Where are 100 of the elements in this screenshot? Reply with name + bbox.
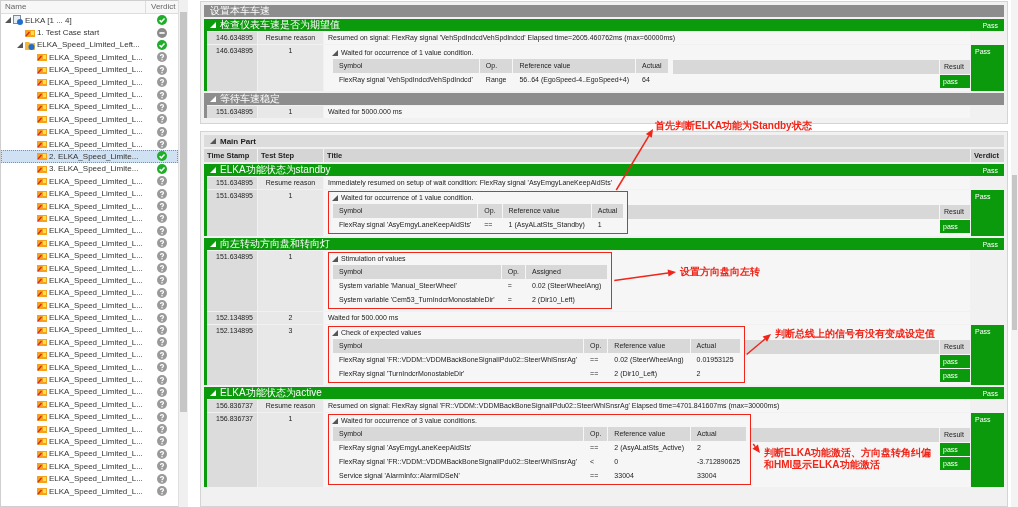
- test-case-icon: [37, 411, 47, 422]
- tree-item[interactable]: 3. ELKA_Speed_Limite...: [1, 162, 179, 176]
- column-header[interactable]: Verdict: [146, 1, 176, 13]
- test-case-icon: [37, 263, 47, 273]
- test-case-icon: [37, 213, 47, 224]
- tree-item[interactable]: ELKA_Speed_Limited_L...: [1, 286, 179, 299]
- test-case-icon: [37, 312, 47, 323]
- tree-item[interactable]: ELKA_Speed_Limited_L...: [1, 484, 179, 498]
- test-case-icon: [37, 250, 47, 261]
- tree-item[interactable]: ELKA_Speed_Limited_L...: [1, 137, 179, 151]
- folder-icon: [25, 39, 35, 50]
- test-case-icon: [37, 89, 47, 100]
- test-case-icon: [37, 436, 47, 447]
- test-case-icon: [37, 101, 47, 112]
- test-case-icon: [37, 151, 47, 162]
- test-case-icon: [37, 362, 47, 373]
- test-case-icon: [37, 473, 47, 484]
- tree-item[interactable]: ELKA_Speed_Limited_L...: [1, 410, 179, 423]
- annotation-note: 设置方向盘向左转: [680, 266, 760, 278]
- scrollbar[interactable]: [1011, 0, 1018, 507]
- expander-icon[interactable]: [332, 256, 338, 262]
- test-case-icon: [37, 114, 47, 125]
- scrollbar[interactable]: [178, 0, 188, 507]
- tree-item[interactable]: ELKA_Speed_Limited_L...: [1, 100, 179, 114]
- annotation-note: 判断ELKA功能激活、方向盘转角纠偏和HMI显示ELKA功能激活: [764, 447, 933, 471]
- test-case-icon: [37, 287, 47, 298]
- report-icon: [13, 15, 23, 26]
- tree-item[interactable]: ELKA_Speed_Limited_L...: [1, 249, 179, 262]
- test-case-icon: [37, 300, 47, 311]
- tree-item[interactable]: ELKA_Speed_Limited_L...: [1, 63, 179, 76]
- test-case-icon: [37, 424, 47, 435]
- test-case-icon: [37, 486, 47, 497]
- test-case-icon: [37, 52, 47, 63]
- tree-item[interactable]: ELKA_Speed_Limited_L...: [1, 88, 179, 101]
- test-case-icon: [37, 176, 47, 187]
- expander-icon[interactable]: [332, 195, 338, 201]
- expander-icon[interactable]: [210, 138, 216, 144]
- test-case-icon: [37, 461, 47, 472]
- test-case-icon: [37, 386, 47, 397]
- tree-item[interactable]: ELKA_Speed_Limited_L...: [1, 212, 179, 225]
- tree-item[interactable]: ELKA_Speed_Limited_L...: [1, 447, 179, 461]
- test-case-icon: [37, 448, 47, 459]
- tree-item[interactable]: ELKA_Speed_Limited_L...: [1, 113, 179, 126]
- expander-icon[interactable]: [332, 418, 338, 424]
- annotation-arrow: [613, 269, 676, 282]
- tree-item[interactable]: ELKA [1 ... 4]: [1, 14, 179, 27]
- tree-item[interactable]: ELKA_Speed_Limited_L...: [1, 336, 179, 349]
- tree-item[interactable]: 1. Test Case start: [1, 26, 179, 39]
- test-case-icon: [37, 324, 47, 335]
- test-case-icon: [37, 201, 47, 212]
- tree-item[interactable]: ELKA_Speed_Limited_L...: [1, 472, 179, 485]
- tree-item[interactable]: ELKA_Speed_Limited_L...: [1, 460, 179, 473]
- expander-icon[interactable]: [332, 330, 338, 336]
- tree-item[interactable]: ELKA_Speed_Limited_L...: [1, 373, 179, 386]
- tree-item[interactable]: ELKA_Speed_Limited_L...: [1, 274, 179, 287]
- expander-icon[interactable]: [332, 50, 338, 56]
- test-case-icon: [37, 399, 47, 410]
- test-case-icon: [37, 126, 47, 137]
- test-case-icon: [37, 188, 47, 199]
- expander-icon[interactable]: [210, 22, 216, 28]
- test-case-icon: [37, 349, 47, 360]
- tree-item[interactable]: ELKA_Speed_Limited_L...: [1, 175, 179, 188]
- tree-item[interactable]: ELKA_Speed_Limited_L...: [1, 237, 179, 250]
- test-case-icon: [37, 139, 47, 150]
- expander-icon[interactable]: [210, 390, 216, 396]
- expander-icon[interactable]: [210, 96, 216, 102]
- tree-item[interactable]: ELKA_Speed_Limited_L...: [1, 224, 179, 238]
- annotation-note: 判断总线上的信号有没有变成设定值: [775, 328, 935, 340]
- test-case-icon: [37, 225, 47, 236]
- section-header[interactable]: Main Part: [204, 135, 1004, 147]
- test-case-icon: [37, 374, 47, 385]
- expander-icon[interactable]: [210, 241, 216, 247]
- test-case-icon: [37, 238, 47, 249]
- column-header[interactable]: Name: [1, 1, 146, 13]
- tree-item[interactable]: ELKA_Speed_Limited_L...: [1, 187, 179, 200]
- tree-item[interactable]: ELKA_Speed_Limited_Left...: [1, 38, 179, 52]
- expander-icon[interactable]: [210, 167, 216, 173]
- tree-item[interactable]: ELKA_Speed_Limited_L...: [1, 348, 179, 361]
- tree-item[interactable]: ELKA_Speed_Limited_L...: [1, 51, 179, 64]
- tree-item[interactable]: ELKA_Speed_Limited_L...: [1, 299, 179, 312]
- annotation-arrow: [752, 443, 760, 453]
- expander-icon[interactable]: [17, 41, 23, 48]
- tree-item[interactable]: ELKA_Speed_Limited_L...: [1, 261, 179, 275]
- expander-icon[interactable]: [5, 17, 11, 24]
- annotation-note: 首先判断ELKA功能为Standby状态: [655, 120, 812, 132]
- test-case-icon: [37, 163, 47, 174]
- tree-item[interactable]: ELKA_Speed_Limited_L...: [1, 75, 179, 89]
- tree-item[interactable]: ELKA_Speed_Limited_L...: [1, 125, 179, 138]
- tree-item[interactable]: ELKA_Speed_Limited_L...: [1, 360, 179, 374]
- tree-item[interactable]: ELKA_Speed_Limited_L...: [1, 199, 179, 213]
- tree-item[interactable]: ELKA_Speed_Limited_L...: [1, 422, 179, 436]
- test-case-icon: [37, 337, 47, 348]
- tree-item[interactable]: ELKA_Speed_Limited_L...: [1, 435, 179, 448]
- annotation-arrow: [745, 334, 771, 356]
- tree-item[interactable]: ELKA_Speed_Limited_L...: [1, 311, 179, 324]
- tree-item[interactable]: ELKA_Speed_Limited_L...: [1, 323, 179, 337]
- tree-item[interactable]: ELKA_Speed_Limited_L...: [1, 385, 179, 399]
- tree-item[interactable]: ELKA_Speed_Limited_L...: [1, 398, 179, 411]
- tree-item[interactable]: 2. ELKA_Speed_Limite...: [1, 150, 179, 163]
- test-case-icon: [37, 64, 47, 75]
